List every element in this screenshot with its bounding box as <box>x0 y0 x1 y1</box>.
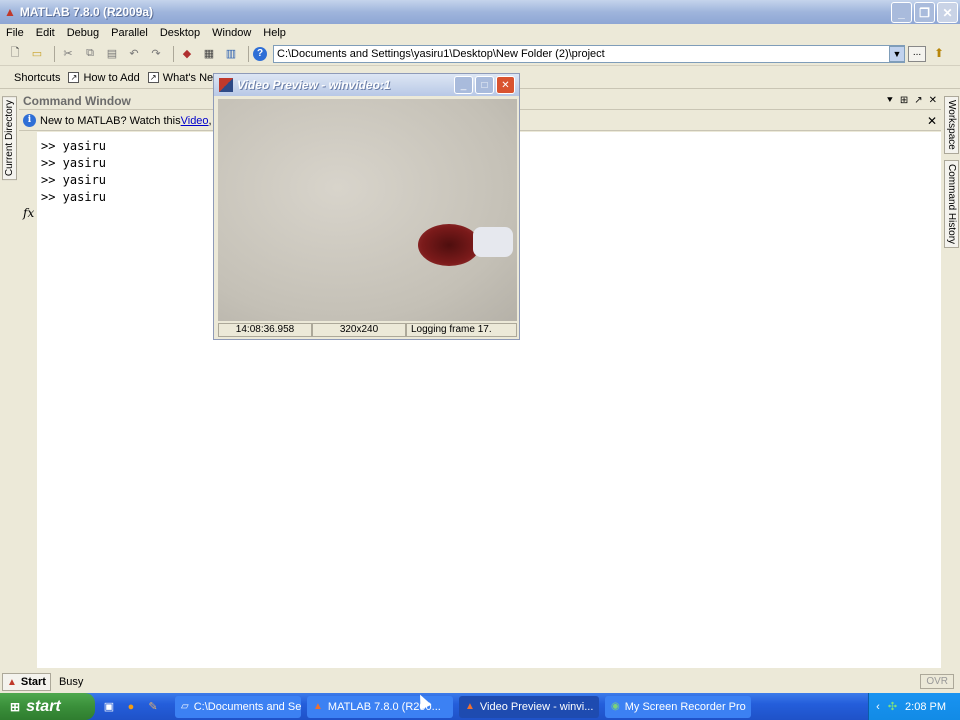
start-label: start <box>26 697 61 715</box>
recorder-icon: ◉ <box>611 701 620 712</box>
matlab-figure-icon: ▲ <box>465 701 475 712</box>
info-text: New to MATLAB? Watch this <box>40 114 181 127</box>
matlab-logo-icon: ▲ <box>4 5 16 19</box>
tab-workspace[interactable]: Workspace <box>944 96 959 154</box>
menu-debug[interactable]: Debug <box>61 27 105 39</box>
video-link[interactable]: Video <box>181 115 209 127</box>
taskbar: ⊞ start ▣ ● ✎ ▱ C:\Documents and Se... ▲… <box>0 693 960 720</box>
function-browser-icon[interactable]: fx <box>23 206 34 220</box>
video-logging-status: Logging frame 17. <box>406 323 517 337</box>
panel-undock-icon[interactable]: ⊞ <box>900 95 908 106</box>
window-title: MATLAB 7.8.0 (R2009a) <box>19 5 154 19</box>
new-file-icon[interactable]: 🗋 <box>6 45 24 63</box>
matlab-start-button[interactable]: ▲ Start <box>2 673 51 691</box>
taskbar-item-explorer[interactable]: ▱ C:\Documents and Se... <box>175 695 301 718</box>
shortcut-label: How to Add <box>83 71 140 84</box>
pencil-icon[interactable]: ✎ <box>145 699 161 715</box>
menu-window[interactable]: Window <box>206 27 257 39</box>
right-side-panel: Workspace Command History <box>942 92 960 670</box>
command-line: >> yasiru <box>41 139 107 153</box>
command-line: >> yasiru <box>41 156 107 170</box>
shortcut-arrow-icon: ↗ <box>147 72 159 83</box>
start-button[interactable]: ⊞ start <box>0 693 95 720</box>
menu-desktop[interactable]: Desktop <box>154 27 206 39</box>
windows-logo-icon: ⊞ <box>10 699 21 714</box>
ovr-indicator: OVR <box>920 674 954 689</box>
quick-launch: ▣ ● ✎ <box>101 699 161 715</box>
panel-menu-icon[interactable]: ⯆ <box>886 95 894 106</box>
task-label: C:\Documents and Se... <box>193 700 301 713</box>
panel-close-icon[interactable]: ✕ <box>929 95 937 106</box>
close-button[interactable]: ✕ <box>937 2 958 23</box>
menu-bar: File Edit Debug Parallel Desktop Window … <box>0 24 960 42</box>
help-icon[interactable]: ? <box>253 46 267 61</box>
command-line: >> yasiru <box>41 190 107 204</box>
system-tray: ‹ ✣ 2:08 PM <box>868 693 960 720</box>
clock[interactable]: 2:08 PM <box>905 701 946 713</box>
menu-edit[interactable]: Edit <box>30 27 61 39</box>
shortcut-how-to-add[interactable]: ↗ How to Add <box>68 71 140 84</box>
status-text: Busy <box>58 676 84 688</box>
toolbar: 🗋 ▭ ✂ ⧉ ▤ ↶ ↷ ◆ ▦ ▥ ? C:\Documents and S… <box>0 42 960 66</box>
firefox-icon[interactable]: ● <box>123 699 139 715</box>
video-resolution: 320x240 <box>312 323 406 337</box>
current-directory-input[interactable]: C:\Documents and Settings\yasiru1\Deskto… <box>273 45 905 63</box>
task-label: My Screen Recorder Pro <box>624 700 746 713</box>
simulink-icon[interactable]: ◆ <box>178 45 196 63</box>
menu-parallel[interactable]: Parallel <box>105 27 154 39</box>
shortcut-arrow-icon: ↗ <box>68 72 80 83</box>
close-icon[interactable]: ✕ <box>927 114 937 128</box>
video-preview-title: Video Preview - winvideo:1 <box>237 78 391 92</box>
taskbar-item-matlab[interactable]: ▲ MATLAB 7.8.0 (R200... <box>307 695 453 718</box>
matlab-figure-icon <box>219 78 233 92</box>
matlab-logo-icon: ▲ <box>313 701 323 712</box>
video-maximize-button[interactable]: □ <box>475 76 494 94</box>
network-icon[interactable]: ✣ <box>888 700 897 713</box>
taskbar-item-screen-recorder[interactable]: ◉ My Screen Recorder Pro <box>605 695 751 718</box>
shortcut-whats-new[interactable]: ↗ What's New <box>147 72 221 84</box>
video-close-button[interactable]: ✕ <box>496 76 515 94</box>
redo-icon[interactable]: ↷ <box>147 45 165 63</box>
profiler-icon[interactable]: ▥ <box>222 45 240 63</box>
tray-expand-icon[interactable]: ‹ <box>876 701 880 713</box>
command-window-title: Command Window <box>23 93 131 108</box>
tab-command-history[interactable]: Command History <box>944 160 959 249</box>
video-status-bar: 14:08:36.958 320x240 Logging frame 17. <box>218 323 517 337</box>
video-minimize-button[interactable]: _ <box>454 76 473 94</box>
command-line: >> yasiru <box>41 173 107 187</box>
taskbar-item-video-preview[interactable]: ▲ Video Preview - winvi... <box>459 695 599 718</box>
matlab-logo-icon: ▲ <box>7 676 17 688</box>
status-bar: ▲ Start Busy OVR <box>0 671 960 693</box>
show-desktop-icon[interactable]: ▣ <box>101 699 117 715</box>
minimize-button[interactable]: _ <box>891 2 912 23</box>
shortcuts-label[interactable]: Shortcuts <box>14 72 60 84</box>
video-frame <box>218 99 517 321</box>
cut-icon[interactable]: ✂ <box>59 45 77 63</box>
maximize-button[interactable]: ❐ <box>914 2 935 23</box>
title-bar: ▲ MATLAB 7.8.0 (R2009a) _ ❐ ✕ <box>0 0 960 24</box>
folder-up-icon[interactable]: ⬆ <box>930 46 948 62</box>
undo-icon[interactable]: ↶ <box>125 45 143 63</box>
folder-icon: ▱ <box>181 701 189 712</box>
tab-current-directory[interactable]: Current Directory <box>2 96 17 181</box>
task-label: Video Preview - winvi... <box>479 700 594 713</box>
video-preview-window[interactable]: Video Preview - winvideo:1 _ □ ✕ 14:08:3… <box>213 73 520 340</box>
start-label: Start <box>20 676 46 688</box>
menu-file[interactable]: File <box>0 27 30 39</box>
menu-help[interactable]: Help <box>257 27 292 39</box>
left-side-panel: Current Directory <box>0 92 18 670</box>
video-object <box>418 224 480 266</box>
guide-icon[interactable]: ▦ <box>200 45 218 63</box>
info-icon: i <box>23 114 36 127</box>
panel-dock-icon[interactable]: ↗ <box>914 95 922 106</box>
video-timestamp: 14:08:36.958 <box>218 323 312 337</box>
paste-icon[interactable]: ▤ <box>103 45 121 63</box>
chevron-down-icon[interactable]: ▼ <box>889 46 905 62</box>
copy-icon[interactable]: ⧉ <box>81 45 99 63</box>
video-object-highlight <box>473 227 513 257</box>
open-folder-icon[interactable]: ▭ <box>28 45 46 63</box>
browse-button[interactable]: ... <box>908 46 926 62</box>
